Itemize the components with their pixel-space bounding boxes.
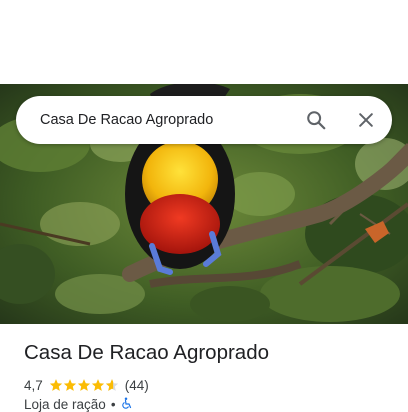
- star-icon: [49, 378, 63, 392]
- separator: •: [110, 397, 116, 412]
- close-icon[interactable]: [346, 100, 386, 140]
- search-bar[interactable]: Casa De Racao Agroprado: [16, 96, 392, 144]
- place-title: Casa De Racao Agroprado: [24, 341, 270, 364]
- star-half-icon: [105, 378, 119, 392]
- star-icon: [63, 378, 77, 392]
- place-category: Loja de ração: [24, 397, 106, 412]
- rating-row[interactable]: 4,7 (44): [24, 376, 149, 394]
- search-icon[interactable]: [296, 100, 336, 140]
- review-count[interactable]: (44): [125, 378, 149, 393]
- rating-value: 4,7: [24, 377, 43, 393]
- star-icon: [77, 378, 91, 392]
- wheelchair-icon: [121, 397, 133, 412]
- star-icon: [91, 378, 105, 392]
- search-input[interactable]: Casa De Racao Agroprado: [16, 112, 296, 128]
- category-row: Loja de ração •: [24, 397, 133, 412]
- star-rating: [49, 378, 119, 392]
